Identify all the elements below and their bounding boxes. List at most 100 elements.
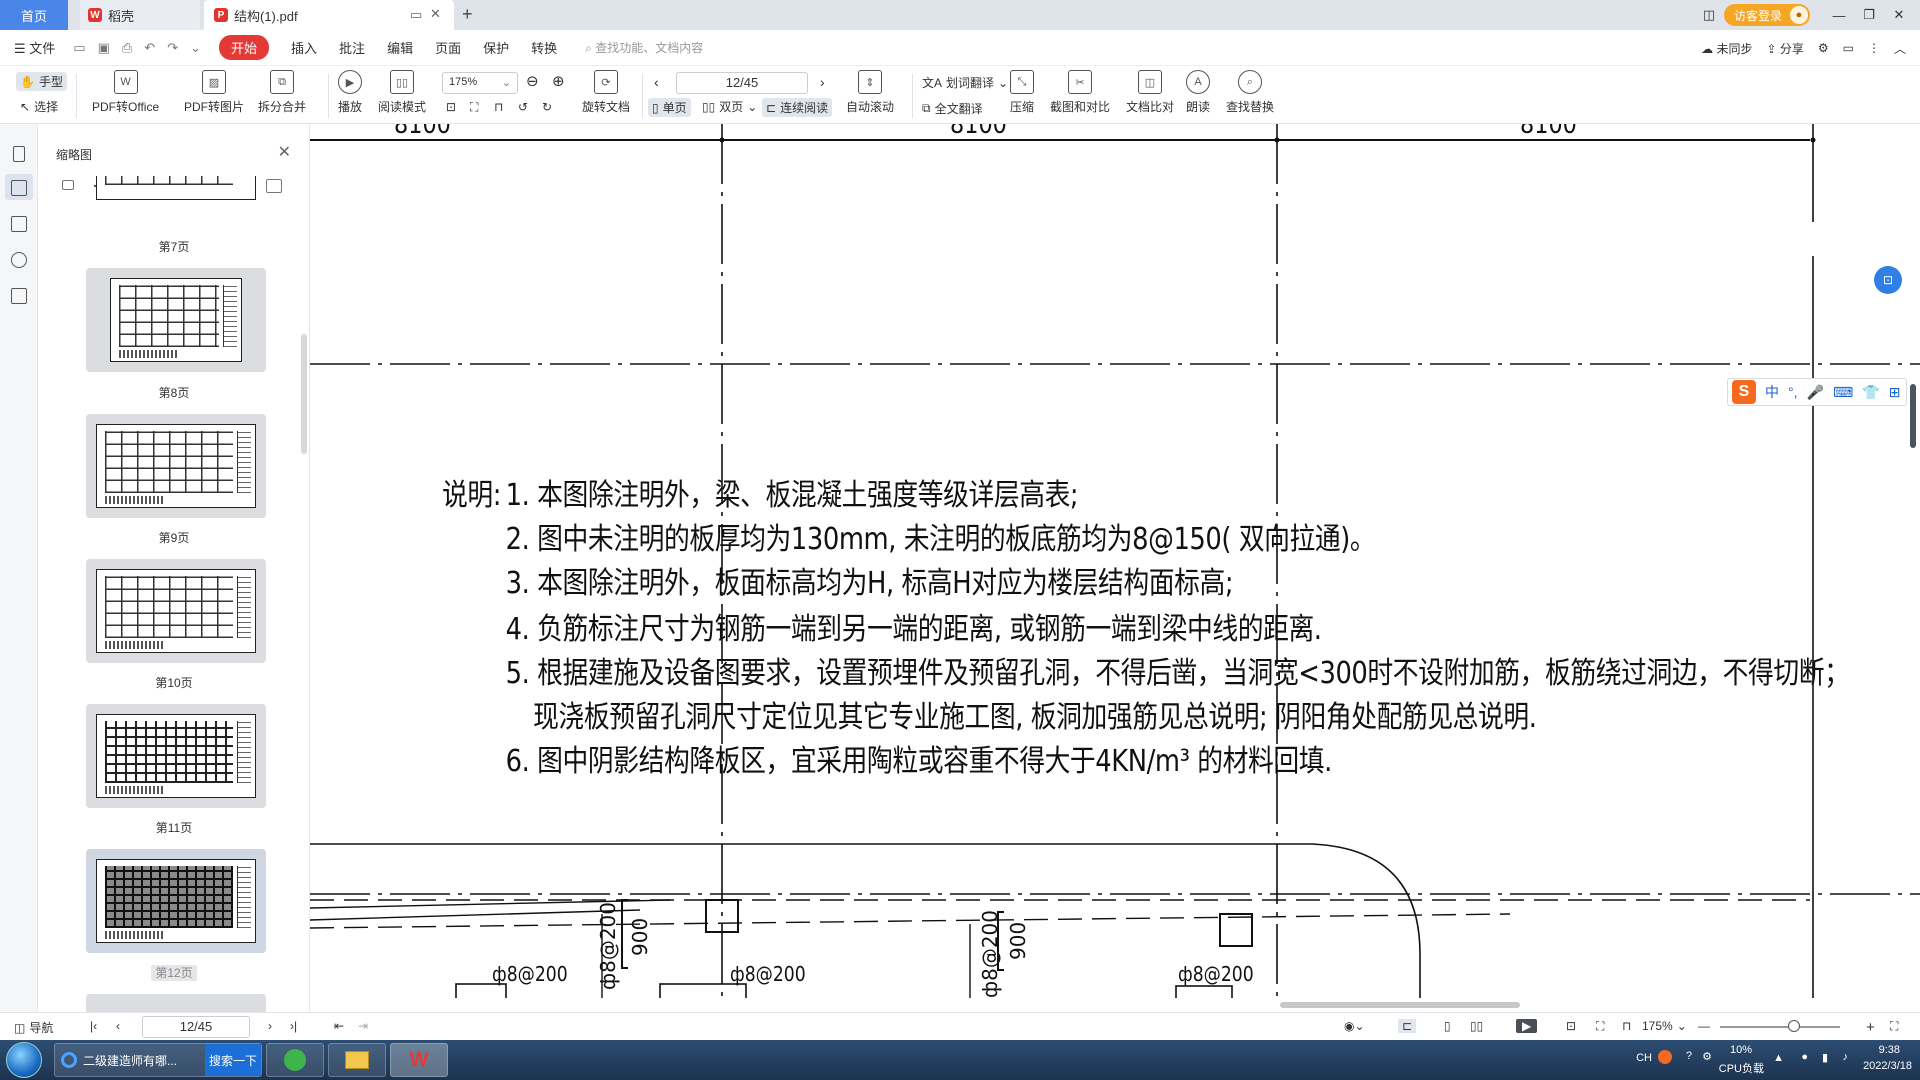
language-indicator[interactable]: CH xyxy=(1636,1052,1652,1064)
thumbnail-page-12[interactable] xyxy=(86,849,266,953)
thumbnail-page-11[interactable] xyxy=(86,704,266,808)
zoom-in-status-icon[interactable]: + xyxy=(1866,1019,1875,1036)
last-page-icon[interactable]: ›| xyxy=(290,1019,297,1033)
menu-tab-page[interactable]: 页面 xyxy=(435,38,461,57)
tab-docer[interactable]: W 稻壳 xyxy=(80,0,200,30)
word-translate-button[interactable]: 文A 划词翻译 ⌄ xyxy=(922,74,1008,91)
fit-page-status-icon[interactable]: ⛶ xyxy=(1596,1019,1604,1034)
share-button[interactable]: ⇪ 分享 xyxy=(1766,40,1803,57)
document-compare-button[interactable]: ◫ 文档比对 xyxy=(1126,70,1174,115)
thumbnail-scrollbar[interactable] xyxy=(301,334,307,454)
single-page-view[interactable]: ▯ 单页 xyxy=(648,98,691,117)
sync-button[interactable]: ☁ 未同步 xyxy=(1701,40,1752,57)
actual-size-status-icon[interactable]: ⊡ xyxy=(1566,1019,1576,1033)
double-page-view[interactable]: ▯▯ 双页 ⌄ xyxy=(702,98,757,115)
next-page-icon[interactable]: › xyxy=(268,1019,272,1033)
print-icon[interactable]: ⎙ xyxy=(122,40,132,56)
taskbar-360-icon[interactable] xyxy=(266,1043,324,1077)
menu-tab-annotate[interactable]: 批注 xyxy=(339,38,365,57)
menu-tab-start[interactable]: 开始 xyxy=(219,35,270,60)
pdf-to-office-button[interactable]: W PDF转Office xyxy=(92,70,159,115)
signature-icon[interactable] xyxy=(11,288,27,304)
horizontal-scrollbar[interactable] xyxy=(334,1000,1894,1010)
continuous-read-view[interactable]: ⊏ 连续阅读 xyxy=(762,98,833,117)
taskbar-search-button[interactable]: 搜索一下 xyxy=(205,1044,261,1076)
redo-icon[interactable]: ↷ xyxy=(167,40,178,56)
minimize-icon[interactable]: — xyxy=(1824,8,1854,23)
rotate-left-icon[interactable]: ↺ xyxy=(518,100,528,114)
play-status-icon[interactable]: ▶ xyxy=(1516,1019,1538,1033)
zoom-slider-knob[interactable] xyxy=(1788,1020,1800,1032)
punctuation-icon[interactable]: °, xyxy=(1788,384,1798,400)
zoom-status-select[interactable]: 175% ⌄ xyxy=(1642,1019,1687,1033)
back-icon[interactable]: ⇤ xyxy=(334,1019,344,1033)
status-page-input[interactable]: 12/45 xyxy=(142,1016,250,1038)
windows-start-button[interactable] xyxy=(6,1042,42,1078)
previous-page-icon[interactable]: ‹ xyxy=(116,1019,120,1033)
split-merge-button[interactable]: ⧉ 拆分合并 xyxy=(258,70,306,115)
close-panel-icon[interactable]: ✕ xyxy=(278,142,291,162)
tab-pdf-document[interactable]: P 结构(1).pdf ▭ ✕ xyxy=(204,0,454,30)
auto-scroll-button[interactable]: ⇕ 自动滚动 xyxy=(846,70,894,115)
tray-expand-icon[interactable]: ▲ xyxy=(1773,1052,1784,1064)
zoom-slider-track[interactable] xyxy=(1720,1026,1840,1028)
menu-tab-convert[interactable]: 转换 xyxy=(531,38,557,57)
double-page-status-icon[interactable]: ▯▯ xyxy=(1470,1019,1483,1033)
collapse-ribbon-icon[interactable]: ︿ xyxy=(1894,40,1906,57)
ime-toolbar[interactable]: S 中 °, 🎤 ⌨ 👕 ⊞ xyxy=(1727,378,1907,406)
fit-width-icon[interactable]: ⊓ xyxy=(494,100,503,114)
zoom-in-icon[interactable]: ⊕ xyxy=(552,72,565,90)
fullscreen-icon[interactable]: ⛶ xyxy=(1890,1019,1898,1034)
find-replace-button[interactable]: ⌕ 查找替换 xyxy=(1226,70,1274,115)
close-window-icon[interactable]: ✕ xyxy=(1884,7,1914,23)
horizontal-scrollbar-thumb[interactable] xyxy=(1280,1002,1520,1008)
attachment-icon[interactable] xyxy=(11,252,27,268)
compress-button[interactable]: ⤡ 压缩 xyxy=(1010,70,1034,115)
zoom-out-icon[interactable]: ⊖ xyxy=(526,72,539,90)
thumbnail-page-8[interactable] xyxy=(86,268,266,372)
read-mode-button[interactable]: ▯▯ 阅读模式 xyxy=(378,70,426,115)
sogou-tray-icon[interactable] xyxy=(1658,1050,1672,1064)
taskbar-wps-icon[interactable]: W xyxy=(390,1043,448,1077)
comment-icon[interactable] xyxy=(11,216,27,232)
ime-mode-toggle[interactable]: 中 xyxy=(1765,382,1779,402)
pin-icon[interactable]: ▭ xyxy=(410,7,422,23)
more-chevron-icon[interactable]: ⌄ xyxy=(190,40,201,56)
undo-icon[interactable]: ↶ xyxy=(144,40,155,56)
tray-settings-icon[interactable]: ⚙ xyxy=(1702,1050,1712,1063)
zoom-select[interactable]: 175% ⌄ xyxy=(442,72,518,94)
toolbox-icon[interactable]: ⊞ xyxy=(1889,384,1901,401)
read-aloud-button[interactable]: A 朗读 xyxy=(1186,70,1210,115)
thumbnail-page-10[interactable] xyxy=(86,559,266,663)
comment-icon[interactable]: ▭ xyxy=(1843,41,1854,55)
zoom-out-status-icon[interactable]: — xyxy=(1698,1019,1710,1033)
keyboard-icon[interactable]: ⌨ xyxy=(1833,384,1853,401)
previous-page-icon[interactable]: ‹ xyxy=(654,74,659,90)
taskbar-ie-window[interactable]: 二级建造师有哪... 搜索一下 xyxy=(54,1043,262,1077)
first-page-icon[interactable]: |‹ xyxy=(90,1019,97,1033)
actual-size-icon[interactable]: ⊡ xyxy=(446,100,456,114)
thumbnail-page-9[interactable] xyxy=(86,414,266,518)
rotate-document-button[interactable]: ⟳ 旋转文档 xyxy=(582,70,630,115)
microphone-icon[interactable]: 🎤 xyxy=(1807,384,1824,401)
taskbar-explorer-icon[interactable] xyxy=(328,1043,386,1077)
eye-protection-icon[interactable]: ◉⌄ xyxy=(1344,1019,1365,1033)
clock-date[interactable]: 2022/3/18 xyxy=(1863,1060,1912,1072)
volume-icon[interactable]: ♪ xyxy=(1843,1051,1849,1063)
new-tab-button[interactable]: + xyxy=(462,4,473,25)
single-page-status-icon[interactable]: ▯ xyxy=(1444,1019,1451,1033)
close-tab-icon[interactable]: ✕ xyxy=(430,6,441,22)
navigation-toggle[interactable]: ◫ 导航 xyxy=(14,1019,53,1036)
menu-tab-edit[interactable]: 编辑 xyxy=(387,38,413,57)
vertical-scrollbar-thumb[interactable] xyxy=(1910,384,1916,448)
file-menu[interactable]: ☰ 文件 xyxy=(14,38,55,57)
clock-time[interactable]: 9:38 xyxy=(1879,1044,1900,1056)
help-icon[interactable]: ? xyxy=(1686,1050,1692,1062)
forward-icon[interactable]: ⇥ xyxy=(358,1019,368,1033)
menu-tab-insert[interactable]: 插入 xyxy=(291,38,317,57)
screenshot-compare-button[interactable]: ✂ 截图和对比 xyxy=(1050,70,1110,115)
more-icon[interactable]: ⋮ xyxy=(1868,41,1880,55)
select-tool[interactable]: ↖ 选择 xyxy=(20,98,58,115)
fit-page-icon[interactable]: ⛶ xyxy=(470,100,478,115)
open-folder-icon[interactable]: ▭ xyxy=(73,40,85,56)
